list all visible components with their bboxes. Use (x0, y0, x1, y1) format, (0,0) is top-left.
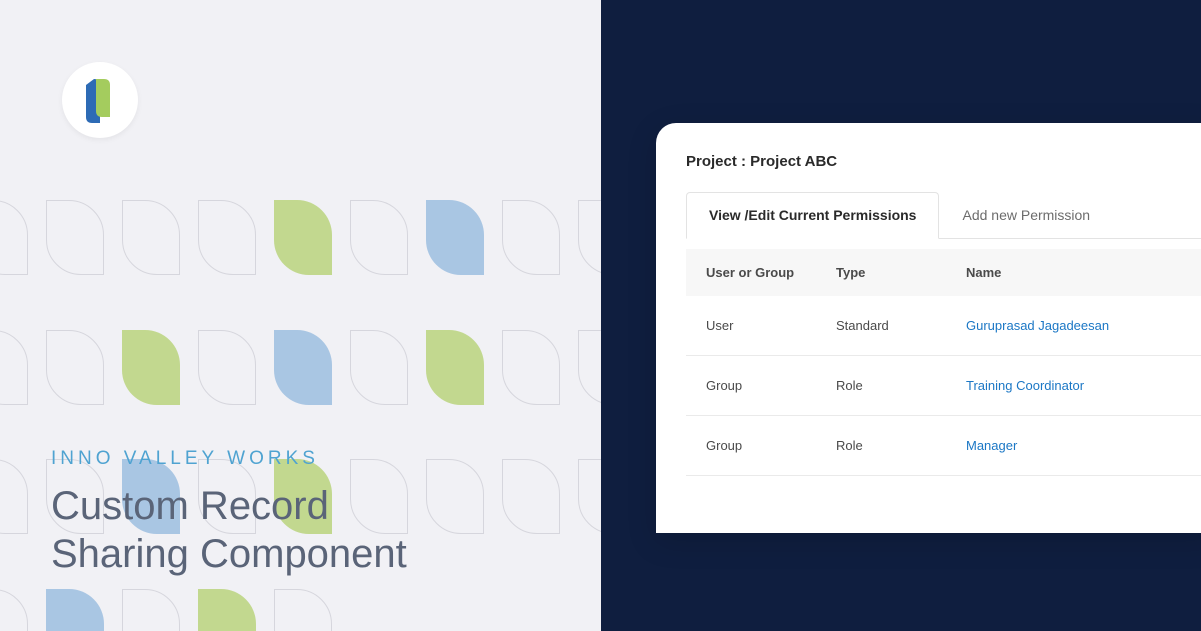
cell-type: Standard (836, 318, 966, 333)
title-line-1: Custom Record (51, 484, 329, 528)
header-user-or-group: User or Group (706, 265, 836, 280)
title-line-2: Sharing Component (51, 532, 407, 576)
cell-user-or-group: Group (706, 378, 836, 393)
pattern-leaf (0, 459, 28, 534)
permissions-card: Project : Project ABC View /Edit Current… (656, 123, 1201, 533)
pattern-leaf (502, 200, 560, 275)
tabs: View /Edit Current Permissions Add new P… (686, 192, 1201, 239)
cell-type: Role (836, 438, 966, 453)
pattern-leaf (274, 589, 332, 631)
pattern-leaf (578, 200, 601, 275)
pattern-leaf (578, 330, 601, 405)
pattern-leaf (46, 589, 104, 631)
right-panel: Project : Project ABC View /Edit Current… (601, 0, 1201, 631)
page-title: Custom Record Sharing Component (51, 482, 407, 578)
tab-view-edit-permissions[interactable]: View /Edit Current Permissions (686, 192, 939, 239)
pattern-leaf (46, 200, 104, 275)
logo (62, 62, 138, 138)
pattern-leaf (502, 330, 560, 405)
permissions-table: User or Group Type Name User Standard Gu… (686, 249, 1201, 476)
company-name: INNO VALLEY WORKS (51, 448, 319, 470)
left-panel: INNO VALLEY WORKS Custom Record Sharing … (0, 0, 601, 631)
cell-user-or-group: Group (706, 438, 836, 453)
pattern-leaf (198, 589, 256, 631)
pattern-leaf (0, 200, 28, 275)
table-header: User or Group Type Name (686, 249, 1201, 296)
pattern-leaf (122, 200, 180, 275)
pattern-leaf (426, 330, 484, 405)
logo-icon (80, 77, 120, 123)
table-row: User Standard Guruprasad Jagadeesan (686, 296, 1201, 356)
cell-type: Role (836, 378, 966, 393)
cell-name-link[interactable]: Manager (966, 438, 1196, 453)
pattern-leaf (274, 330, 332, 405)
project-title: Project : Project ABC (686, 153, 1201, 170)
pattern-leaf (578, 459, 601, 534)
pattern-leaf (122, 589, 180, 631)
header-type: Type (836, 265, 966, 280)
pattern-leaf (350, 200, 408, 275)
pattern-leaf (198, 200, 256, 275)
tab-add-new-permission[interactable]: Add new Permission (939, 192, 1113, 238)
cell-name-link[interactable]: Guruprasad Jagadeesan (966, 318, 1196, 333)
table-row: Group Role Manager (686, 416, 1201, 476)
pattern-leaf (350, 330, 408, 405)
pattern-leaf (46, 330, 104, 405)
pattern-leaf (426, 200, 484, 275)
table-row: Group Role Training Coordinator (686, 356, 1201, 416)
pattern-leaf (426, 459, 484, 534)
pattern-leaf (122, 330, 180, 405)
cell-name-link[interactable]: Training Coordinator (966, 378, 1196, 393)
pattern-leaf (198, 330, 256, 405)
pattern-leaf (502, 459, 560, 534)
pattern-leaf (274, 200, 332, 275)
header-name: Name (966, 265, 1196, 280)
pattern-leaf (0, 330, 28, 405)
cell-user-or-group: User (706, 318, 836, 333)
pattern-leaf (0, 589, 28, 631)
